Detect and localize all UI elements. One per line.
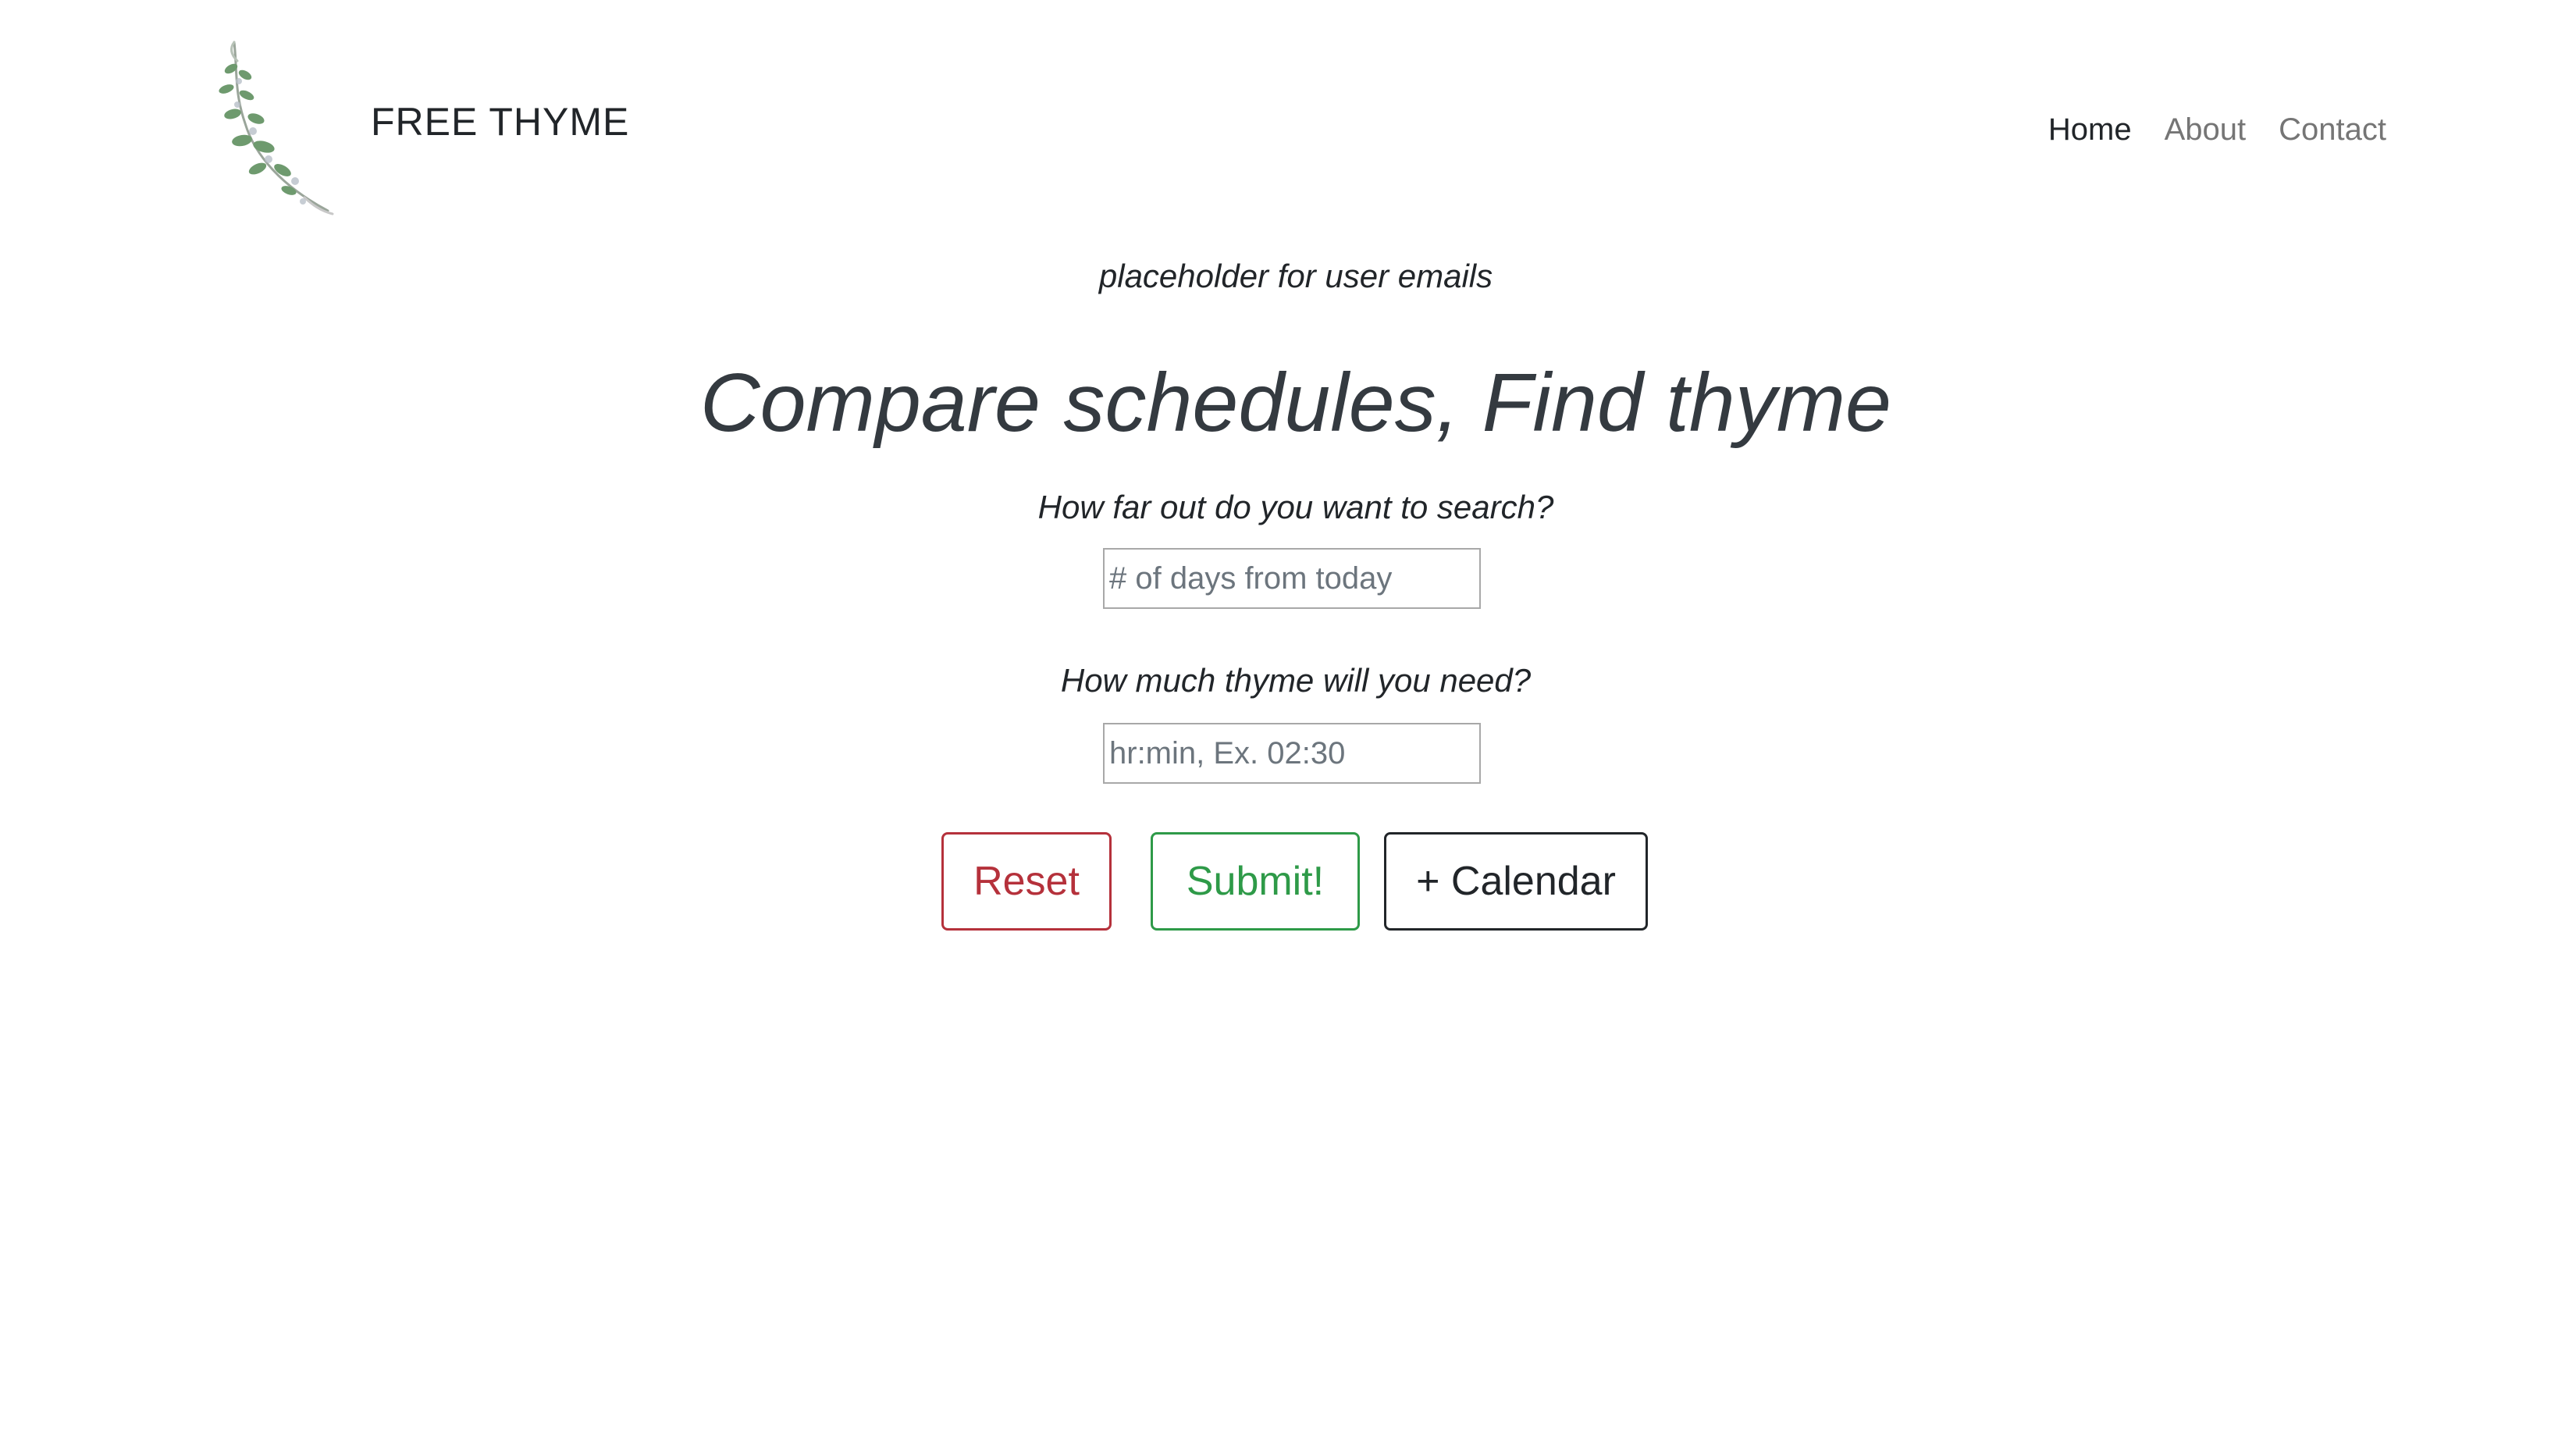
user-emails-text: placeholder for user emails [1098,258,1493,294]
nav-home-link[interactable]: Home [2032,105,2148,155]
submit-button[interactable]: Submit! [1151,832,1360,931]
nav-contact-link[interactable]: Contact [2262,105,2403,155]
duration-input[interactable] [1103,723,1481,784]
add-calendar-button[interactable]: + Calendar [1384,832,1648,931]
page-headline: Compare schedules, Find thyme [700,357,1891,449]
navbar: FREE THYME Home About Contact [0,0,2576,219]
thyme-sprig-icon[interactable] [211,37,336,215]
brand-title[interactable]: FREE THYME [371,98,629,145]
nav-links: Home About Contact [2032,105,2403,155]
nav-about-link[interactable]: About [2148,105,2263,155]
days-question-label: How far out do you want to search? [1037,489,1554,525]
days-input[interactable] [1103,548,1481,609]
reset-button[interactable]: Reset [941,832,1112,931]
duration-question-label: How much thyme will you need? [1060,662,1532,699]
